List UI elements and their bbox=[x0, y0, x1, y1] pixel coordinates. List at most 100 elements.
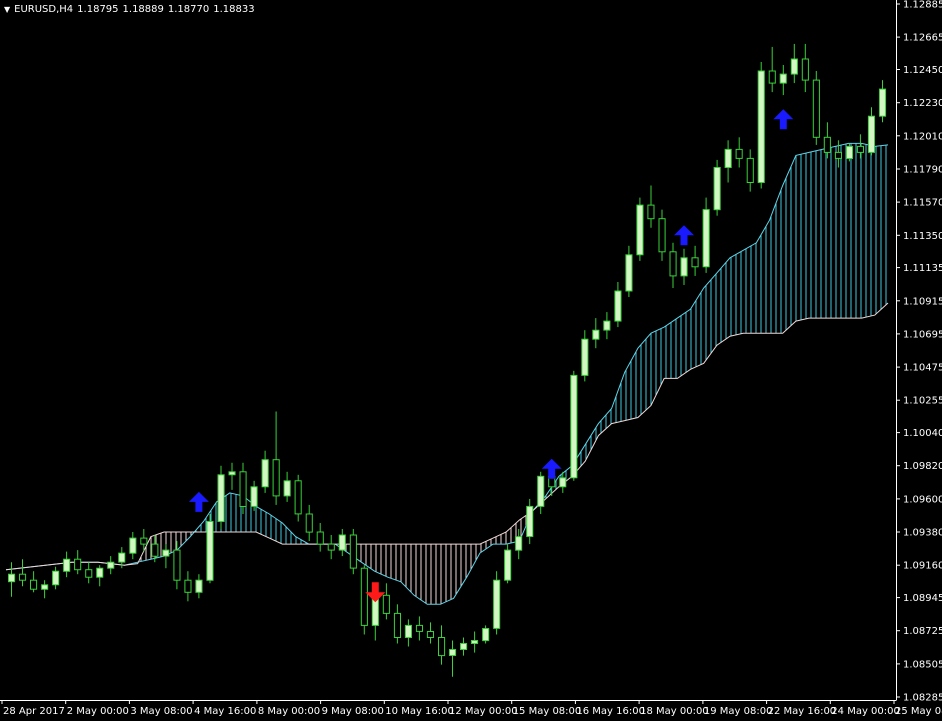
high-price: 1.18889 bbox=[122, 4, 164, 15]
candle-body bbox=[746, 157, 754, 183]
candle-body bbox=[393, 612, 401, 639]
candle-body bbox=[41, 584, 49, 590]
candle-body bbox=[658, 218, 666, 253]
candle-body bbox=[537, 475, 545, 507]
price-tick-label: 1.10255 bbox=[903, 396, 942, 407]
arrow-up-icon bbox=[674, 225, 694, 246]
candle-body bbox=[493, 579, 501, 629]
candle-body bbox=[438, 637, 446, 657]
chart-window[interactable]: 1.12885 1.12665 1.12450 1.12230 1.12010 1.117… bbox=[0, 0, 942, 721]
price-tick-label: 1.10915 bbox=[903, 296, 942, 307]
candle-body bbox=[294, 480, 302, 515]
time-tick-label: 3 May 08:00 bbox=[130, 706, 192, 717]
candle-body bbox=[834, 151, 843, 159]
time-tick-label: 8 May 00:00 bbox=[258, 706, 320, 717]
candle-body bbox=[515, 536, 523, 551]
dropdown-triangle-icon[interactable]: ▼ bbox=[4, 5, 10, 14]
cloud-span-a-line bbox=[5, 142, 889, 605]
arrow-up-icon bbox=[541, 458, 562, 479]
candle-body bbox=[63, 558, 71, 572]
candle-body bbox=[239, 471, 247, 507]
price-tick-label: 1.10475 bbox=[903, 363, 942, 374]
time-tick-label: 16 May 16:00 bbox=[576, 706, 645, 717]
candle-body bbox=[790, 58, 798, 75]
time-tick-label: 19 May 08:00 bbox=[704, 706, 773, 717]
time-tick-label: 28 Apr 2017 bbox=[3, 706, 65, 717]
price-tick-label: 1.09820 bbox=[903, 461, 942, 472]
candle-body bbox=[19, 573, 27, 581]
candle-body bbox=[129, 537, 137, 554]
arrow-up-icon bbox=[188, 491, 209, 512]
candle-body bbox=[195, 579, 203, 593]
candle-body bbox=[96, 567, 104, 578]
time-tick-label: 25 May 08 bbox=[895, 706, 942, 717]
cloud-span-b-line bbox=[5, 302, 889, 571]
candle-body bbox=[140, 537, 148, 545]
symbol-label: EURUSD,H4 bbox=[14, 4, 74, 15]
price-tick-label: 1.08285 bbox=[903, 693, 942, 704]
candle-body bbox=[482, 628, 490, 642]
price-tick-label: 1.11570 bbox=[903, 198, 942, 209]
candle-body bbox=[404, 624, 412, 639]
time-tick-label: 24 May 00:00 bbox=[831, 706, 900, 717]
price-tick-label: 1.10040 bbox=[903, 428, 942, 439]
time-tick-label: 2 May 00:00 bbox=[67, 706, 129, 717]
arrow-up-icon bbox=[773, 109, 794, 130]
price-tick-label: 1.09160 bbox=[903, 561, 942, 572]
candle-body bbox=[845, 145, 854, 159]
candle-body bbox=[867, 115, 876, 153]
candle-body bbox=[426, 631, 434, 638]
candle-body bbox=[812, 79, 820, 138]
symbol-header: ▼ EURUSD,H4 1.18795 1.18889 1.18770 1.18… bbox=[4, 4, 255, 15]
candle-body bbox=[526, 505, 534, 537]
candle-body bbox=[118, 552, 126, 563]
candle-body bbox=[702, 209, 710, 268]
price-tick-label: 1.12230 bbox=[903, 98, 942, 109]
candle-body bbox=[625, 254, 633, 292]
price-tick-label: 1.11790 bbox=[903, 165, 942, 176]
candle-body bbox=[184, 579, 192, 593]
candle-body bbox=[603, 320, 611, 331]
candle-body bbox=[30, 579, 38, 590]
candle-body bbox=[107, 561, 115, 569]
candle-body bbox=[85, 569, 93, 578]
candle-body bbox=[735, 148, 743, 159]
candle-body bbox=[228, 471, 236, 476]
candle-body bbox=[724, 148, 732, 168]
price-tick-label: 1.12450 bbox=[903, 65, 942, 76]
candle-body bbox=[768, 70, 776, 84]
price-tick-label: 1.11350 bbox=[903, 231, 942, 242]
candle-body bbox=[349, 534, 357, 569]
candle-body bbox=[647, 204, 655, 220]
candle-body bbox=[636, 204, 644, 256]
candle-body bbox=[151, 543, 159, 557]
time-tick-label: 10 May 16:00 bbox=[385, 706, 454, 717]
time-tick-label: 4 May 16:00 bbox=[194, 706, 256, 717]
candle-body bbox=[592, 329, 600, 340]
price-tick-label: 1.08945 bbox=[903, 593, 942, 604]
candle-body bbox=[305, 513, 313, 533]
candle-body bbox=[250, 486, 258, 507]
price-tick-label: 1.12010 bbox=[903, 131, 942, 142]
price-tick-label: 1.08505 bbox=[903, 659, 942, 670]
candle-body bbox=[757, 70, 765, 183]
low-price: 1.18770 bbox=[167, 4, 210, 15]
price-tick-label: 1.09380 bbox=[903, 528, 942, 539]
close-price: 1.18833 bbox=[213, 4, 255, 15]
candle-body bbox=[559, 477, 567, 488]
candle-body bbox=[261, 459, 269, 488]
chart-plot[interactable]: 1.12885 1.12665 1.12450 1.12230 1.12010 1.117… bbox=[0, 0, 942, 721]
candle-body bbox=[504, 549, 512, 581]
candle-body bbox=[801, 58, 809, 81]
candle-body bbox=[856, 145, 865, 153]
price-tick-label: 1.12665 bbox=[903, 33, 942, 44]
candle-body bbox=[669, 251, 677, 277]
time-tick-label: 15 May 08:00 bbox=[513, 706, 582, 717]
open-price: 1.18795 bbox=[77, 4, 119, 15]
arrow-down-icon bbox=[365, 582, 386, 603]
candle-body bbox=[327, 543, 335, 551]
candle-body bbox=[691, 257, 699, 268]
candle-body bbox=[8, 573, 16, 583]
candle-body bbox=[614, 290, 622, 322]
candle-body bbox=[680, 257, 688, 277]
